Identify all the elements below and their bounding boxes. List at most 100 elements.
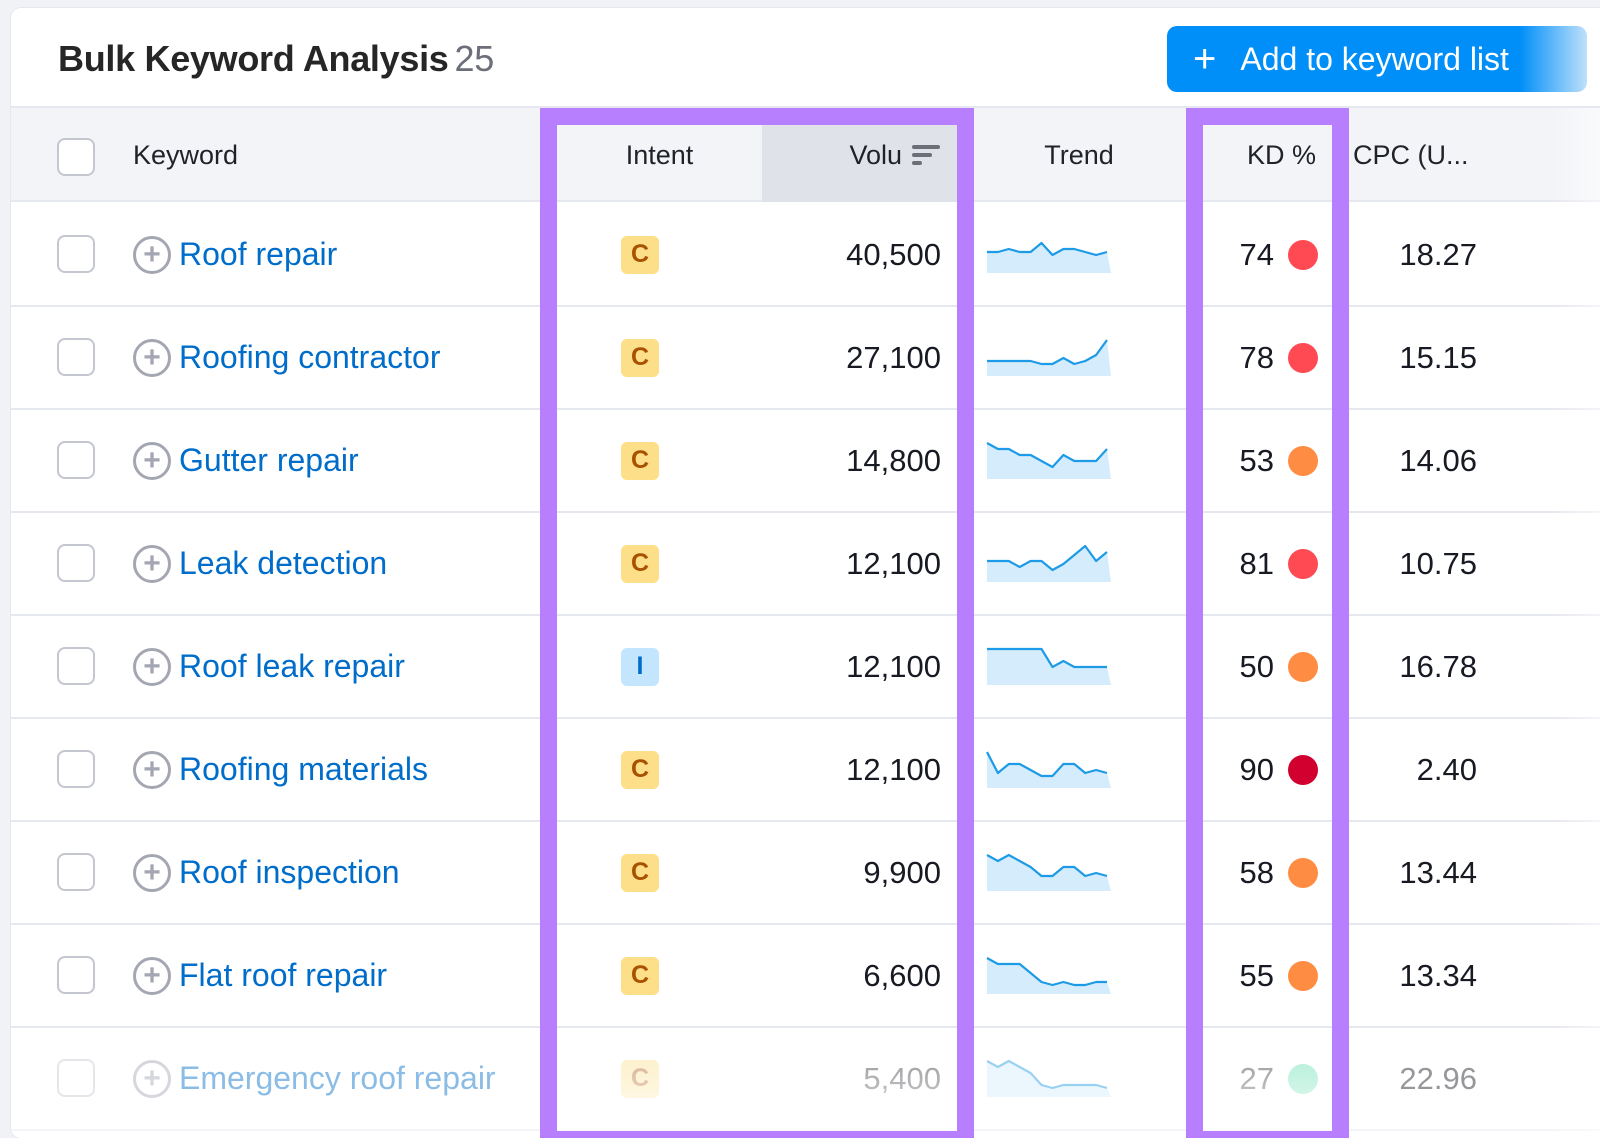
table-row: + Emergency roof repair C 5,400 27 22.96 (11, 1028, 1600, 1131)
column-label: KD % (1246, 139, 1316, 170)
column-header-intent[interactable]: Intent (557, 108, 762, 202)
kd-difficulty-dot (1288, 754, 1318, 785)
keyword-cell: + Roof inspection (133, 822, 400, 923)
keyword-cell: + Flat roof repair (133, 925, 387, 1026)
row-checkbox[interactable] (57, 1059, 95, 1097)
row-checkbox[interactable] (57, 956, 95, 994)
add-keyword-icon[interactable]: + (133, 853, 171, 892)
add-keyword-icon[interactable]: + (133, 235, 171, 274)
keyword-cell: + Roofing contractor (133, 307, 440, 408)
kd-difficulty-dot (1288, 342, 1318, 373)
column-header-cpc[interactable]: CPC (U... (1353, 108, 1469, 202)
kd-cell: 74 (1186, 204, 1318, 305)
kd-cell: 55 (1186, 925, 1318, 1026)
kd-cell: 78 (1186, 307, 1318, 408)
add-keyword-icon[interactable]: + (133, 338, 171, 377)
keyword-link[interactable]: Emergency roof repair (179, 1060, 496, 1097)
table-row: + Roofing materials C 12,100 90 2.40 (11, 719, 1600, 822)
keyword-link[interactable]: Flat roof repair (179, 957, 387, 994)
add-to-keyword-list-button[interactable]: + Add to keyword list (1167, 26, 1587, 92)
table-row: + Roof inspection C 9,900 58 13.44 (11, 822, 1600, 925)
kd-cell: 81 (1186, 513, 1318, 614)
trend-sparkline (986, 750, 1111, 788)
volume-value: 12,100 (846, 751, 941, 787)
cpc-cell: 10.75 (1349, 513, 1477, 614)
keyword-cell: + Gutter repair (133, 410, 359, 511)
kd-value: 55 (1239, 957, 1274, 993)
row-checkbox[interactable] (57, 338, 95, 376)
row-checkbox[interactable] (57, 750, 95, 788)
trend-cell (986, 1028, 1121, 1129)
trend-cell (986, 410, 1121, 511)
add-keyword-icon[interactable]: + (133, 544, 171, 583)
add-keyword-icon[interactable]: + (133, 750, 171, 789)
intent-cell: C (621, 410, 659, 511)
add-keyword-icon[interactable]: + (133, 647, 171, 686)
keyword-cell: + Emergency roof repair (133, 1028, 496, 1129)
volume-value: 27,100 (846, 339, 941, 375)
keyword-link[interactable]: Gutter repair (179, 442, 359, 479)
intent-badge: C (621, 853, 659, 892)
column-header-volume[interactable]: Volu (762, 108, 958, 202)
row-checkbox[interactable] (57, 235, 95, 273)
trend-cell (986, 616, 1121, 717)
intent-cell: C (621, 1028, 659, 1129)
card-header: Bulk Keyword Analysis 25 + Add to keyword… (11, 8, 1600, 108)
kd-cell: 53 (1186, 410, 1318, 511)
title-text: Bulk Keyword Analysis (58, 38, 449, 79)
row-checkbox[interactable] (57, 853, 95, 891)
cpc-cell: 18.27 (1349, 204, 1477, 305)
select-all-checkbox[interactable] (57, 138, 95, 176)
keyword-cell: + Roof repair (133, 204, 337, 305)
kd-difficulty-dot (1288, 548, 1318, 579)
keyword-link[interactable]: Leak detection (179, 545, 387, 582)
intent-cell: I (621, 616, 659, 717)
row-checkbox[interactable] (57, 544, 95, 582)
add-keyword-icon[interactable]: + (133, 956, 171, 995)
row-checkbox[interactable] (57, 647, 95, 685)
volume-cell: 40,500 (762, 204, 941, 305)
sort-descending-icon[interactable] (912, 143, 940, 167)
trend-area (987, 1060, 1111, 1097)
kd-difficulty-dot (1288, 960, 1318, 991)
trend-cell (986, 204, 1121, 305)
keyword-link[interactable]: Roofing contractor (179, 339, 440, 376)
column-header-kd[interactable]: KD % (1186, 108, 1316, 202)
cpc-cell: 2.40 (1349, 719, 1477, 820)
volume-value: 14,800 (846, 442, 941, 478)
trend-cell (986, 925, 1121, 1026)
add-keyword-icon[interactable]: + (133, 441, 171, 480)
cpc-value: 16.78 (1399, 648, 1477, 684)
trend-sparkline (986, 1059, 1111, 1097)
add-keyword-icon[interactable]: + (133, 1059, 171, 1098)
keyword-cell: + Roof leak repair (133, 616, 405, 717)
volume-cell: 6,600 (762, 925, 941, 1026)
kd-cell: 50 (1186, 616, 1318, 717)
keyword-link[interactable]: Roof repair (179, 236, 337, 273)
keyword-link[interactable]: Roof inspection (179, 854, 400, 891)
volume-value: 12,100 (846, 648, 941, 684)
intent-cell: C (621, 719, 659, 820)
trend-cell (986, 719, 1121, 820)
volume-cell: 12,100 (762, 513, 941, 614)
volume-cell: 14,800 (762, 410, 941, 511)
cpc-value: 10.75 (1399, 545, 1477, 581)
row-checkbox[interactable] (57, 441, 95, 479)
trend-area (987, 545, 1111, 582)
cpc-value: 22.96 (1399, 1060, 1477, 1096)
keyword-count: 25 (454, 38, 495, 79)
trend-sparkline (986, 441, 1111, 479)
kd-difficulty-dot (1288, 239, 1318, 270)
kd-cell: 90 (1186, 719, 1318, 820)
trend-sparkline (987, 647, 1111, 685)
kd-value: 78 (1239, 339, 1274, 375)
table-row: + Gutter repair C 14,800 53 14.06 (11, 410, 1600, 513)
column-header-trend[interactable]: Trend (974, 108, 1184, 202)
intent-cell: C (621, 307, 659, 408)
volume-value: 40,500 (846, 236, 941, 272)
volume-cell: 27,100 (762, 307, 941, 408)
keyword-link[interactable]: Roofing materials (179, 751, 428, 788)
cpc-value: 14.06 (1399, 442, 1477, 478)
keyword-link[interactable]: Roof leak repair (179, 648, 405, 685)
column-header-keyword[interactable]: Keyword (133, 108, 238, 202)
